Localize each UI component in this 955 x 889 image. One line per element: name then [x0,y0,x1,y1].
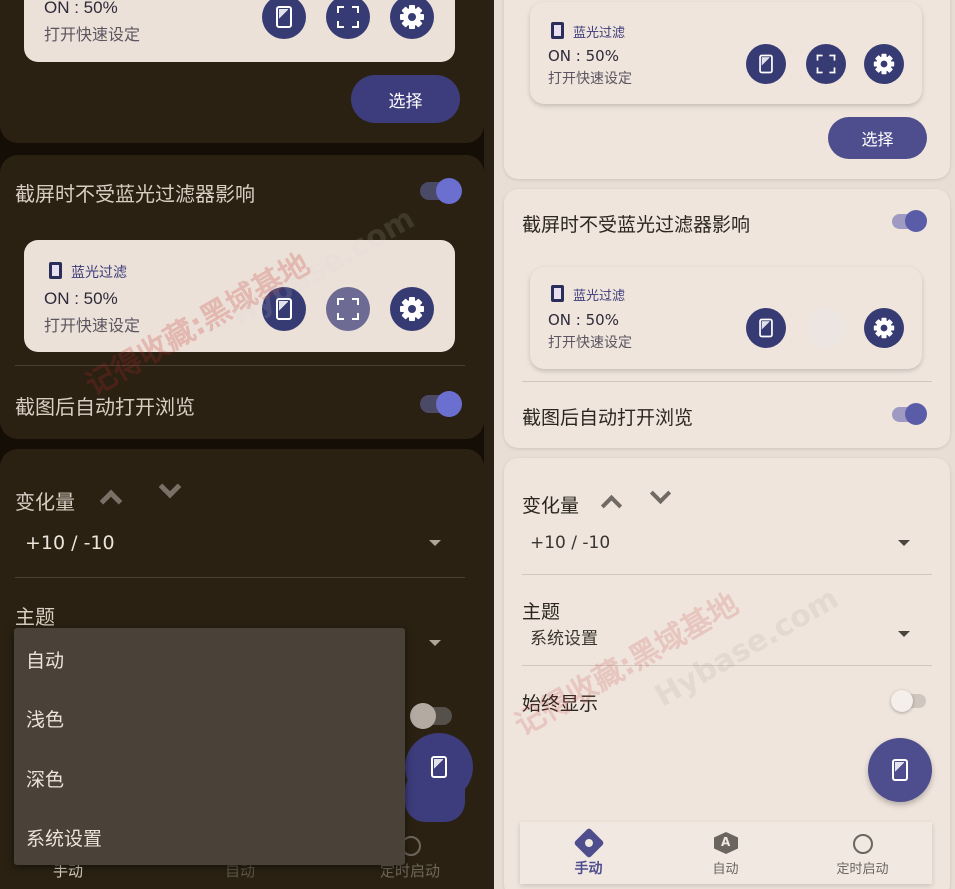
screenshot-button[interactable] [806,44,846,84]
left-screenshot-dark: ON : 50% 打开快速设定 选择 截屏时不受蓝光过滤器影响 蓝光过滤 ON … [0,0,494,889]
phone-small-icon [551,22,564,39]
floating-action-button[interactable] [868,738,932,802]
nav-auto-label: 自动 [712,862,739,877]
phone-icon [759,54,773,74]
phone-icon [276,6,292,28]
bottom-navigation: 手动 A 自动 定时启动 [520,822,932,884]
phone-icon [892,759,908,781]
qs-tile-status: ON : 50% [44,289,118,308]
change-amount-label: 变化量 [522,495,580,517]
settings-button[interactable] [864,44,904,84]
gear-icon [400,5,424,29]
qs-tile-status: ON : 50% [44,0,118,17]
nav-manual[interactable]: 手动 [520,822,657,884]
phone-icon [276,298,292,320]
qs-tile-subtitle: 打开快速设定 [44,25,141,44]
always-show-label: 始终显示 [522,693,599,715]
always-show-toggle[interactable] [410,703,452,729]
gear-icon [400,297,424,321]
qs-tile-subtitle: 打开快速设定 [548,71,632,87]
phone-small-icon [551,285,564,302]
settings-button[interactable] [864,308,904,348]
qs-tile-preview-2: 蓝光过滤 ON : 50% 打开快速设定 [530,267,922,369]
chevron-down-icon[interactable] [649,482,672,505]
screenshot-settings-card: 截屏时不受蓝光过滤器影响 蓝光过滤 ON : 50% 打开快速设定 截图后自动打… [0,155,484,439]
floating-action-button[interactable] [405,733,473,801]
change-amount-value[interactable]: +10 / -10 [25,532,115,554]
theme-label: 主题 [522,601,561,623]
chevron-up-icon[interactable] [99,489,123,513]
phone-filter-button[interactable] [746,44,786,84]
qs-tile-preview: 蓝光过滤 ON : 50% 打开快速设定 [530,2,922,104]
screenshot-exempt-label: 截屏时不受蓝光过滤器影响 [522,214,751,236]
screenshot-exempt-label: 截屏时不受蓝光过滤器影响 [15,182,255,206]
screenshot-button[interactable] [326,0,370,39]
phone-small-icon [49,262,62,279]
menu-item-light[interactable]: 浅色 [26,705,64,732]
qs-tile-title: 蓝光过滤 [71,265,127,281]
scroll-edge [484,0,494,889]
screenshot-button-disabled[interactable] [806,308,846,348]
filter-card-top: ON : 50% 打开快速设定 选择 [0,0,484,143]
qs-tile-subtitle: 打开快速设定 [548,335,632,351]
phone-icon [759,318,773,338]
dropdown-arrow-icon[interactable] [429,540,441,546]
screenshot-frame-icon [337,6,359,28]
menu-item-system[interactable]: 系统设置 [26,824,102,851]
gear-icon [873,317,895,339]
auto-open-preview-toggle[interactable] [892,403,927,425]
qs-tile-title: 蓝光过滤 [573,26,626,41]
screenshot-button-disabled[interactable] [326,287,370,331]
menu-item-auto[interactable]: 自动 [26,646,64,673]
nav-scheduled[interactable]: 定时启动 [794,822,931,884]
screenshot-exempt-toggle[interactable] [892,210,927,232]
chevron-up-icon[interactable] [600,494,623,517]
dropdown-arrow-icon[interactable] [898,631,910,637]
qs-tile-status: ON : 50% [548,311,619,329]
qs-tile-status: ON : 50% [548,47,619,65]
phone-filter-button[interactable] [262,0,306,39]
screenshot-frame-icon [816,54,836,74]
qs-tile-preview-2: 蓝光过滤 ON : 50% 打开快速设定 [24,240,455,352]
phone-icon [431,756,447,778]
phone-filter-button[interactable] [746,308,786,348]
select-button[interactable]: 选择 [351,75,460,123]
right-screenshot-light: 蓝光过滤 ON : 50% 打开快速设定 选择 截屏时不受蓝光过滤器影响 蓝光过… [494,0,955,889]
qs-tile-preview: ON : 50% 打开快速设定 [24,0,455,62]
divider [522,381,932,382]
filter-card-top: 蓝光过滤 ON : 50% 打开快速设定 选择 [504,0,950,179]
nav-scheduled-label: 定时启动 [836,862,889,877]
change-amount-label: 变化量 [15,490,75,514]
phone-filter-button[interactable] [262,287,306,331]
divider [522,665,932,666]
divider [15,365,465,366]
chevron-down-icon[interactable] [158,475,182,499]
alarm-clock-icon [853,834,873,854]
nav-manual-label: 手动 [574,861,603,877]
qs-tile-title: 蓝光过滤 [573,289,626,304]
menu-item-dark[interactable]: 深色 [26,765,64,792]
settings-button[interactable] [390,0,434,39]
settings-button[interactable] [390,287,434,331]
gear-icon [873,53,895,75]
divider [15,577,465,578]
screenshot-exempt-toggle[interactable] [420,178,462,204]
auto-open-preview-toggle[interactable] [420,391,462,417]
nav-auto[interactable]: A 自动 [657,822,794,884]
dropdown-arrow-icon[interactable] [429,640,441,646]
auto-open-preview-label: 截图后自动打开浏览 [522,407,694,429]
divider [522,574,932,575]
always-show-toggle[interactable] [891,690,926,712]
dropdown-arrow-icon[interactable] [898,540,910,546]
auto-open-preview-label: 截图后自动打开浏览 [15,395,195,419]
qs-tile-subtitle: 打开快速设定 [44,316,141,335]
select-button[interactable]: 选择 [828,117,927,159]
theme-value[interactable]: 系统设置 [530,624,598,649]
theme-dropdown-menu: 自动 浅色 深色 系统设置 [14,628,405,865]
change-amount-value[interactable]: +10 / -10 [530,533,610,553]
screenshot-settings-card: 截屏时不受蓝光过滤器影响 蓝光过滤 ON : 50% 打开快速设定 截图后自动打… [504,189,950,448]
theme-label: 主题 [15,605,55,629]
screenshot-frame-icon [337,298,359,320]
